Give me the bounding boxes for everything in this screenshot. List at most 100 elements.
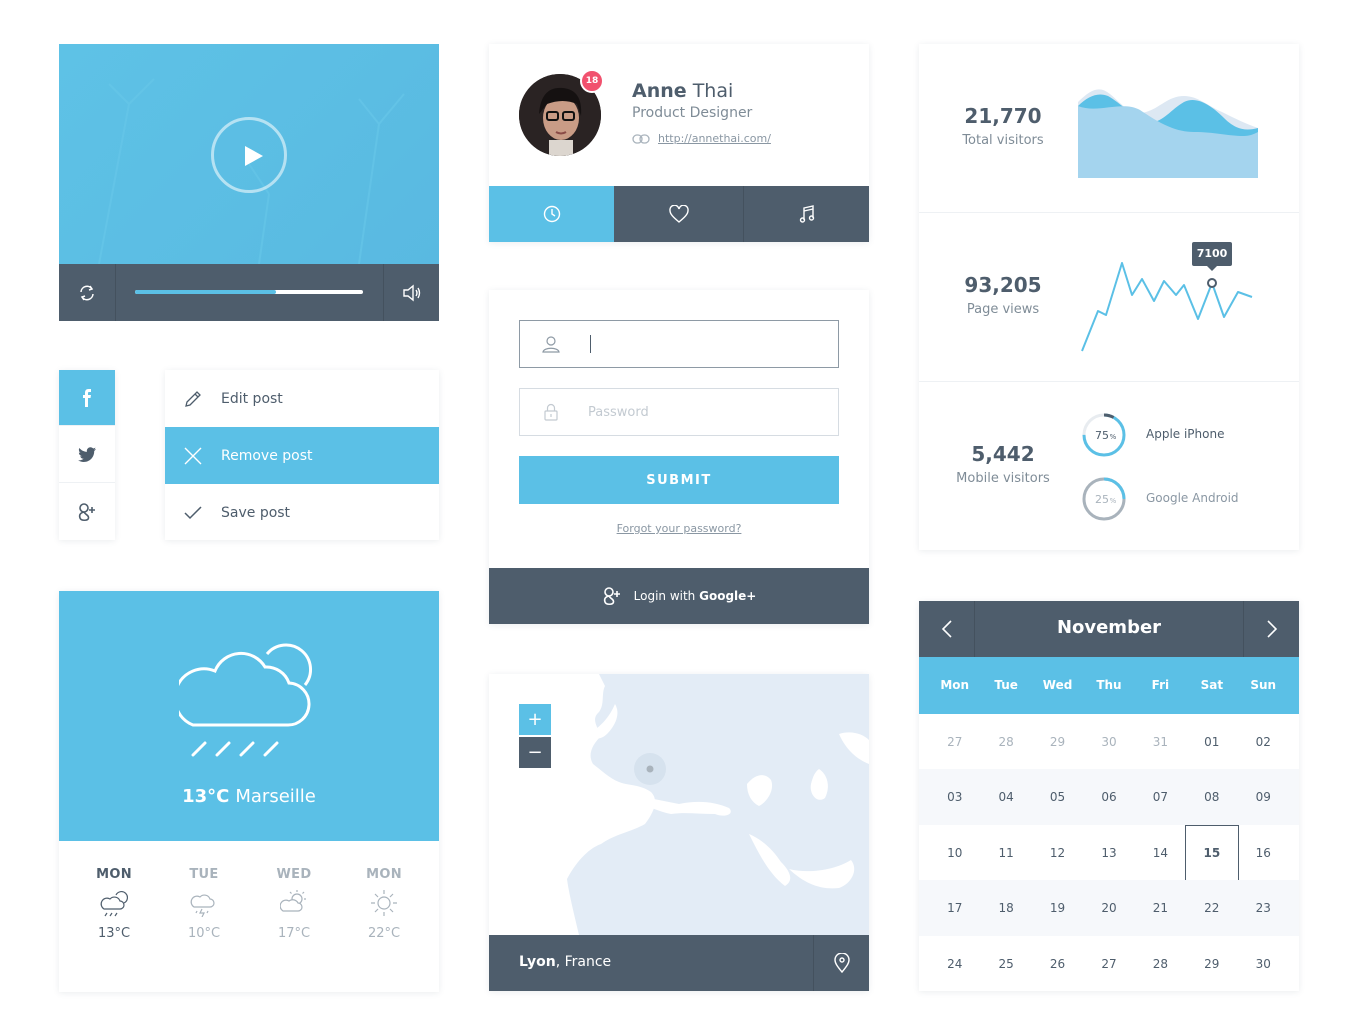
calendar-day[interactable]: 27: [1083, 936, 1134, 992]
password-input[interactable]: [588, 404, 818, 420]
calendar-week: 24 25 26 27 28 29 30: [919, 936, 1299, 992]
username-input[interactable]: [591, 336, 821, 352]
calendar-day[interactable]: 30: [1238, 936, 1289, 992]
forgot-password-link[interactable]: Forgot your password?: [489, 522, 869, 535]
google-login-label: Login with Google+: [634, 589, 757, 603]
current-city: Marseille: [235, 786, 316, 807]
calendar-day[interactable]: 19: [1032, 880, 1083, 936]
forecast-day-name: TUE: [189, 867, 219, 882]
google-plus-button[interactable]: [59, 484, 115, 540]
calendar-day[interactable]: 04: [980, 769, 1031, 825]
forecast-day: MON 22°C: [339, 867, 429, 941]
chevron-right-icon: [1266, 620, 1277, 638]
forecast-day-name: WED: [276, 867, 312, 882]
google-login-button[interactable]: Login with Google+: [489, 568, 869, 624]
calendar-day[interactable]: 14: [1135, 825, 1186, 881]
calendar-day-selected[interactable]: 15: [1185, 824, 1239, 881]
remove-post-item[interactable]: Remove post: [165, 427, 439, 484]
calendar-day[interactable]: 24: [929, 936, 980, 992]
calendar-day[interactable]: 29: [1186, 936, 1237, 992]
play-button[interactable]: [211, 117, 287, 193]
check-icon: [184, 505, 202, 519]
stats-panel: 21,770 Total visitors 93,205 Page views …: [919, 44, 1299, 550]
map-canvas[interactable]: + −: [489, 674, 869, 935]
calendar-day[interactable]: 13: [1083, 825, 1134, 881]
pencil-icon: [185, 390, 201, 407]
calendar-day[interactable]: 25: [980, 936, 1031, 992]
forecast-day-name: MON: [96, 867, 132, 882]
username-field[interactable]: [519, 320, 839, 368]
edit-post-item[interactable]: Edit post: [165, 370, 439, 427]
calendar-day[interactable]: 08: [1186, 769, 1237, 825]
tab-favorites[interactable]: [614, 186, 744, 242]
profile-link[interactable]: http://annethai.com/: [632, 132, 771, 145]
calendar-day[interactable]: 31: [1135, 714, 1186, 770]
map-location-bar: Lyon, France: [489, 935, 869, 991]
calendar-day[interactable]: 01: [1186, 714, 1237, 770]
post-actions-menu: Edit post Remove post Save post: [165, 370, 439, 540]
android-percent-sign: %: [1110, 497, 1117, 505]
calendar-day[interactable]: 29: [1032, 714, 1083, 770]
next-month-button[interactable]: [1243, 601, 1299, 657]
submit-button[interactable]: SUBMIT: [519, 456, 839, 504]
video-screen[interactable]: [59, 44, 439, 264]
forecast-day-name: MON: [366, 867, 402, 882]
mobile-visitors-row: 5,442 Mobile visitors 75 % Apple iPhone …: [919, 382, 1299, 550]
calendar-day[interactable]: 17: [929, 880, 980, 936]
facebook-button[interactable]: [59, 370, 115, 426]
weekday-header: Mon Tue Wed Thu Fri Sat Sun: [919, 657, 1299, 714]
menu-item-label: Edit post: [221, 390, 283, 407]
progress-track[interactable]: [135, 290, 363, 294]
volume-button[interactable]: [384, 264, 439, 321]
profile-role: Product Designer: [632, 105, 753, 121]
calendar-day[interactable]: 22: [1186, 880, 1237, 936]
calendar-day[interactable]: 11: [980, 825, 1031, 881]
first-name: Anne: [632, 80, 687, 102]
calendar-day[interactable]: 07: [1135, 769, 1186, 825]
profile-url[interactable]: http://annethai.com/: [658, 132, 771, 145]
calendar-day[interactable]: 28: [1135, 936, 1186, 992]
save-post-item[interactable]: Save post: [165, 484, 439, 541]
password-field[interactable]: [519, 388, 839, 436]
locate-button[interactable]: [813, 935, 869, 991]
calendar-day[interactable]: 18: [980, 880, 1031, 936]
current-temp: 13°C: [182, 786, 230, 807]
zoom-out-button[interactable]: −: [519, 737, 551, 768]
iphone-percent-sign: %: [1110, 433, 1117, 441]
tab-activity[interactable]: [489, 186, 614, 242]
google-plus-icon: [78, 503, 95, 522]
divider: [115, 264, 116, 321]
twitter-button[interactable]: [59, 427, 115, 483]
calendar-day[interactable]: 16: [1238, 825, 1289, 881]
calendar-day[interactable]: 09: [1238, 769, 1289, 825]
forecast-day: WED 17°C: [249, 867, 339, 941]
total-visitors-row: 21,770 Total visitors: [919, 44, 1299, 213]
calendar-day[interactable]: 12: [1032, 825, 1083, 881]
google-login-brand: Google+: [699, 589, 757, 603]
calendar-day[interactable]: 20: [1083, 880, 1134, 936]
repeat-button[interactable]: [59, 264, 115, 321]
tab-music[interactable]: [744, 186, 869, 242]
calendar-day[interactable]: 30: [1083, 714, 1134, 770]
calendar-day[interactable]: 02: [1238, 714, 1289, 770]
calendar-day[interactable]: 03: [929, 769, 980, 825]
android-progress-ring: 25 %: [1082, 477, 1126, 521]
calendar-day[interactable]: 21: [1135, 880, 1186, 936]
android-label: Google Android: [1146, 491, 1239, 505]
location-country: , France: [555, 954, 612, 970]
calendar-day[interactable]: 06: [1083, 769, 1134, 825]
video-controls: [59, 264, 439, 321]
menu-item-label: Remove post: [221, 447, 313, 464]
weekday-label: Thu: [1096, 678, 1122, 692]
calendar-day[interactable]: 27: [929, 714, 980, 770]
total-visitors-value: 21,770: [964, 104, 1042, 128]
calendar-day[interactable]: 05: [1032, 769, 1083, 825]
calendar-day[interactable]: 23: [1238, 880, 1289, 936]
calendar-day[interactable]: 28: [980, 714, 1031, 770]
prev-month-button[interactable]: [919, 601, 975, 657]
refresh-icon: [80, 285, 94, 300]
page-views-line-chart: [1081, 262, 1253, 352]
calendar-day[interactable]: 26: [1032, 936, 1083, 992]
zoom-in-button[interactable]: +: [519, 704, 551, 735]
calendar-day[interactable]: 10: [929, 825, 980, 881]
